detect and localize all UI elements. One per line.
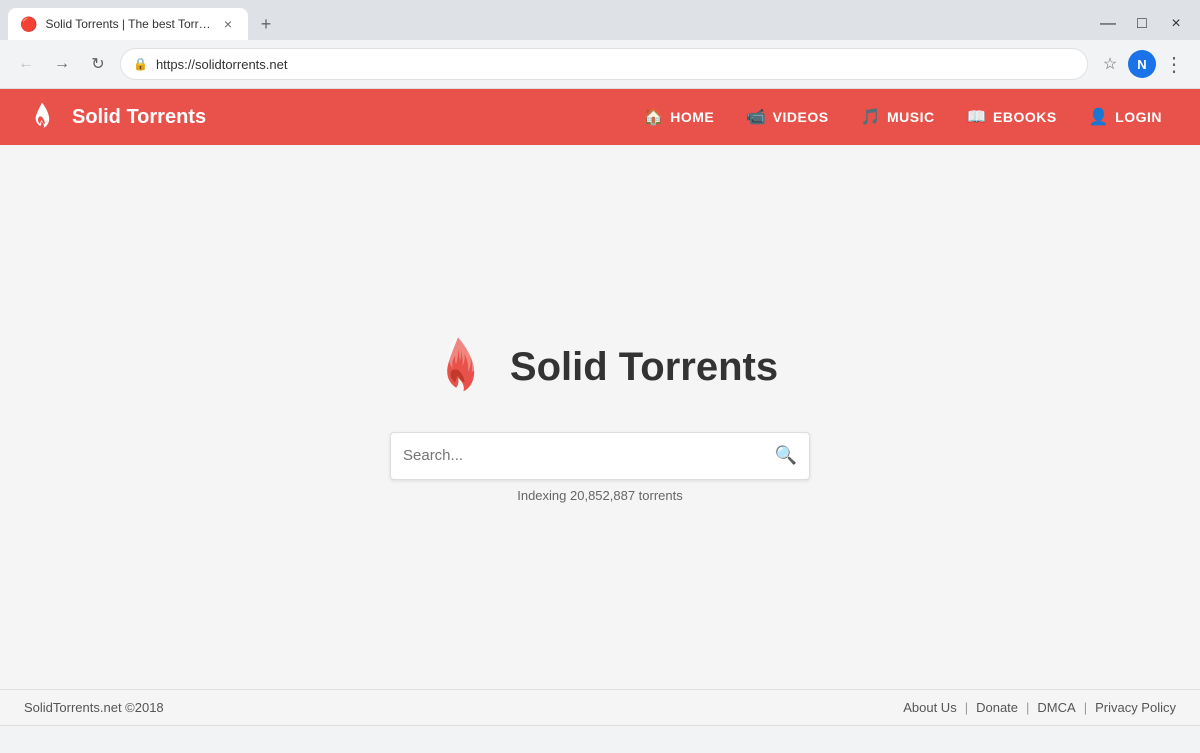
ebooks-icon: 📖 <box>967 107 987 127</box>
center-logo: Solid Torrents <box>422 332 778 404</box>
nav-videos-label: VIDEOS <box>773 109 829 125</box>
site-logo-text: Solid Torrents <box>72 106 206 129</box>
search-container: 🔍 Indexing 20,852,887 torrents <box>390 432 810 503</box>
nav-music[interactable]: 🎵 MUSIC <box>847 99 949 135</box>
index-text: Indexing 20,852,887 torrents <box>390 488 810 503</box>
toolbar-icons: ☆ N ⋮ <box>1096 50 1188 78</box>
site-nav: 🏠 HOME 📹 VIDEOS 🎵 MUSIC 📖 EBOOKS 👤 LOGIN <box>630 99 1176 135</box>
search-input[interactable] <box>403 447 775 464</box>
close-button[interactable]: × <box>1160 10 1192 38</box>
nav-home[interactable]: 🏠 HOME <box>630 99 728 135</box>
home-icon: 🏠 <box>644 107 664 127</box>
browser-footer <box>0 725 1200 753</box>
nav-ebooks-label: EBOOKS <box>993 109 1057 125</box>
reload-button[interactable]: ↻ <box>84 50 112 78</box>
nav-login-label: LOGIN <box>1115 109 1162 125</box>
browser-chrome: 🔴 Solid Torrents | The best Torrent × + … <box>0 0 1200 89</box>
profile-button[interactable]: N <box>1128 50 1156 78</box>
nav-login[interactable]: 👤 LOGIN <box>1075 99 1176 135</box>
music-icon: 🎵 <box>861 107 881 127</box>
footer-donate-link[interactable]: Donate <box>976 700 1018 715</box>
nav-music-label: MUSIC <box>887 109 935 125</box>
nav-home-label: HOME <box>670 109 714 125</box>
address-bar: ← → ↻ 🔒 https://solidtorrents.net ☆ N ⋮ <box>0 40 1200 88</box>
maximize-button[interactable]: □ <box>1126 10 1158 38</box>
minimize-button[interactable]: — <box>1092 10 1124 38</box>
site-main: Solid Torrents 🔍 Indexing 20,852,887 tor… <box>0 145 1200 689</box>
search-button[interactable]: 🔍 <box>775 445 797 466</box>
url-bar[interactable]: 🔒 https://solidtorrents.net <box>120 48 1088 80</box>
back-button[interactable]: ← <box>12 50 40 78</box>
tab-close-button[interactable]: × <box>220 16 236 32</box>
footer-dmca-link[interactable]: DMCA <box>1037 700 1075 715</box>
url-text: https://solidtorrents.net <box>156 57 1075 72</box>
videos-icon: 📹 <box>746 107 766 127</box>
footer-sep-3: | <box>1084 700 1087 715</box>
site-footer: SolidTorrents.net ©2018 About Us | Donat… <box>0 689 1200 725</box>
login-icon: 👤 <box>1089 107 1109 127</box>
lock-icon: 🔒 <box>133 57 148 71</box>
center-logo-icon <box>422 332 494 404</box>
footer-about-link[interactable]: About Us <box>903 700 956 715</box>
center-logo-text: Solid Torrents <box>510 345 778 390</box>
footer-privacy-link[interactable]: Privacy Policy <box>1095 700 1176 715</box>
site-logo-icon <box>24 99 60 135</box>
window-controls: — □ × <box>1092 10 1192 38</box>
website-content: Solid Torrents 🏠 HOME 📹 VIDEOS 🎵 MUSIC 📖… <box>0 89 1200 725</box>
tab-title: Solid Torrents | The best Torrent <box>45 17 212 31</box>
footer-links: About Us | Donate | DMCA | Privacy Polic… <box>903 700 1176 715</box>
tab-favicon: 🔴 <box>20 16 37 33</box>
nav-videos[interactable]: 📹 VIDEOS <box>732 99 842 135</box>
footer-copyright: SolidTorrents.net ©2018 <box>24 700 164 715</box>
site-logo-area: Solid Torrents <box>24 99 630 135</box>
nav-ebooks[interactable]: 📖 EBOOKS <box>953 99 1071 135</box>
new-tab-button[interactable]: + <box>252 10 280 38</box>
title-bar: 🔴 Solid Torrents | The best Torrent × + … <box>0 0 1200 40</box>
bookmark-button[interactable]: ☆ <box>1096 50 1124 78</box>
search-box: 🔍 <box>390 432 810 480</box>
browser-tab[interactable]: 🔴 Solid Torrents | The best Torrent × <box>8 8 248 40</box>
footer-sep-1: | <box>965 700 968 715</box>
forward-button[interactable]: → <box>48 50 76 78</box>
footer-sep-2: | <box>1026 700 1029 715</box>
site-navbar: Solid Torrents 🏠 HOME 📹 VIDEOS 🎵 MUSIC 📖… <box>0 89 1200 145</box>
menu-button[interactable]: ⋮ <box>1160 50 1188 78</box>
